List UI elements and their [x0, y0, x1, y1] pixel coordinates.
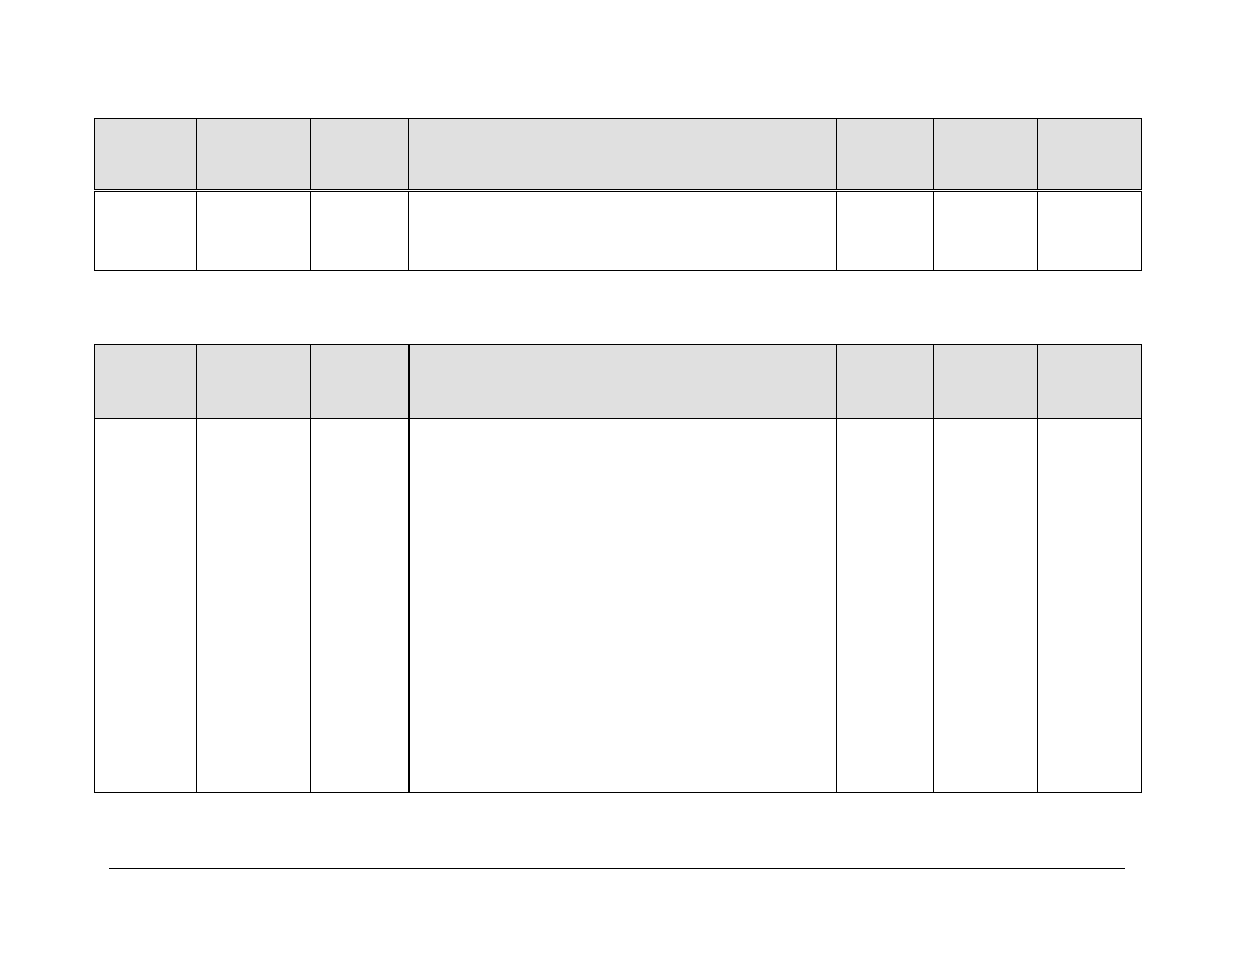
table-2-header-cell: [197, 345, 311, 419]
table-2: [94, 344, 1142, 793]
table-2-cell: [95, 419, 197, 793]
table-2-cell: [934, 419, 1038, 793]
table-1-cell: [934, 191, 1038, 271]
table-1-header-cell: [934, 119, 1038, 191]
horizontal-rule: [109, 868, 1125, 869]
table-1-header-cell: [311, 119, 409, 191]
table-2-header-row: [95, 345, 1142, 419]
table-1-cell: [1038, 191, 1142, 271]
table-2-header-cell: [837, 345, 934, 419]
table-2-header-cell: [1038, 345, 1142, 419]
table-2-cell: [1038, 419, 1142, 793]
table-1-cell: [311, 191, 409, 271]
table-1-cell: [95, 191, 197, 271]
table-1: [94, 118, 1142, 271]
table-2-header-cell: [95, 345, 197, 419]
table-2-row: [95, 419, 1142, 793]
table-1-header-cell: [95, 119, 197, 191]
table-2-cell: [197, 419, 311, 793]
table-1-header-cell: [197, 119, 311, 191]
page: [0, 0, 1235, 954]
table-1-header-cell: [409, 119, 837, 191]
table-1-row: [95, 191, 1142, 271]
table-1-cell: [837, 191, 934, 271]
table-2-header-cell: [934, 345, 1038, 419]
table-1-cell: [197, 191, 311, 271]
table-1-header-cell: [1038, 119, 1142, 191]
table-2-cell: [311, 419, 409, 793]
table-1-header-row: [95, 119, 1142, 191]
table-2-cell: [409, 419, 837, 793]
table-2-cell: [837, 419, 934, 793]
table-2-header-cell: [311, 345, 409, 419]
table-2-header-cell: [409, 345, 837, 419]
table-1-header-cell: [837, 119, 934, 191]
table-1-cell: [409, 191, 837, 271]
